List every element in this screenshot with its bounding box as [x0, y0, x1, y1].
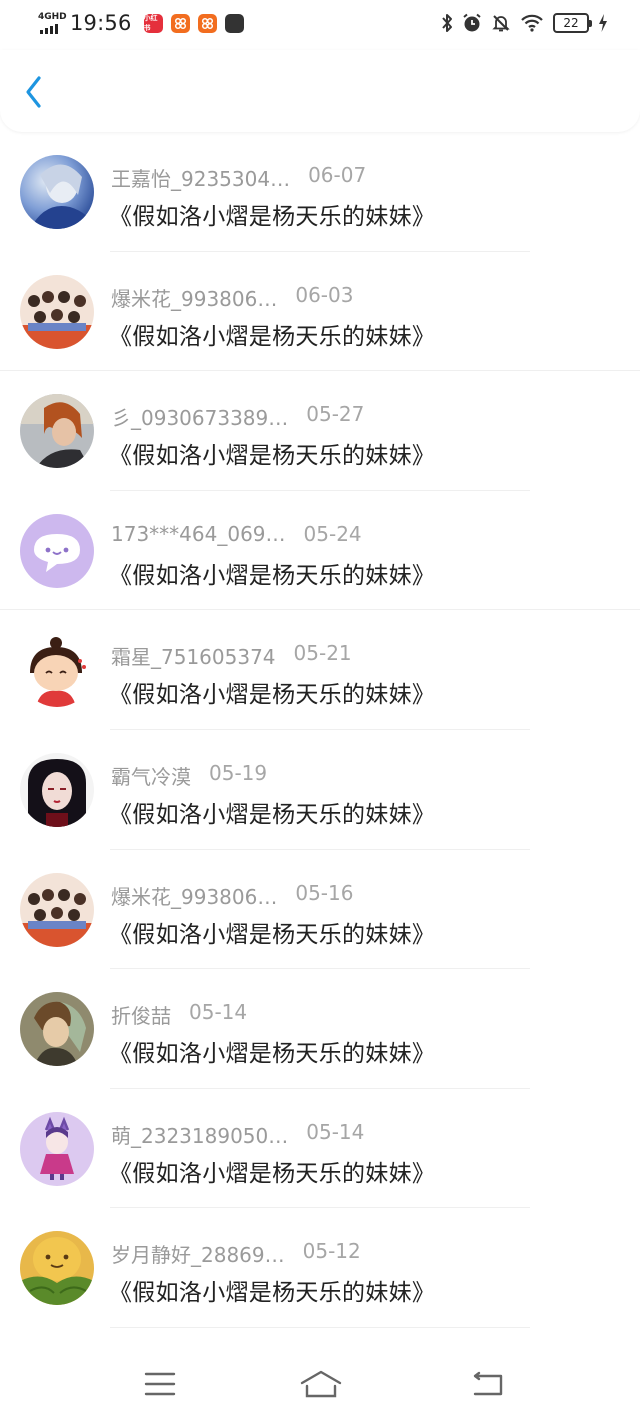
system-navigation-bar [0, 1348, 640, 1422]
list-item[interactable]: 彡_0930673389… 05-27 《假如洛小熠是杨天乐的妹妹》 [0, 371, 640, 491]
list-item[interactable]: 折俊喆 05-14 《假如洛小熠是杨天乐的妹妹》 [0, 969, 640, 1089]
message-list: 王嘉怡_9235304… 06-07 《假如洛小熠是杨天乐的妹妹》 爆米花_993… [0, 132, 640, 1328]
work-title: 《假如洛小熠是杨天乐的妹妹》 [109, 323, 436, 350]
app-notification-icon [197, 13, 217, 33]
app-notification-icon [224, 13, 244, 33]
post-date: 05-12 [302, 1239, 361, 1264]
user-name: 彡_0930673389… [111, 406, 289, 431]
post-date: 05-14 [306, 1119, 365, 1144]
bluetooth-icon [442, 14, 452, 32]
post-date: 05-24 [303, 521, 362, 546]
menu-icon [144, 1372, 176, 1396]
user-name: 爆米花_993806… [111, 286, 278, 311]
post-date: 05-27 [306, 402, 365, 427]
work-title: 《假如洛小熠是杨天乐的妹妹》 [109, 204, 436, 230]
work-title: 《假如洛小熠是杨天乐的妹妹》 [109, 562, 436, 589]
user-name: 霜星_751605374 [111, 645, 276, 670]
menu-button[interactable] [138, 1366, 182, 1402]
post-date: 05-21 [293, 641, 352, 666]
list-item[interactable]: 岁月静好_28869… 05-12 《假如洛小熠是杨天乐的妹妹》 [0, 1208, 640, 1328]
post-date: 06-07 [308, 163, 367, 187]
battery-level: 22 [563, 16, 579, 30]
work-title: 《假如洛小熠是杨天乐的妹妹》 [109, 682, 436, 709]
status-bar: 4GHD 19:56 小红书 22 [0, 0, 640, 50]
avatar [20, 992, 94, 1067]
avatar [20, 633, 94, 708]
post-date: 05-19 [209, 760, 268, 785]
avatar [20, 274, 94, 349]
avatar [20, 513, 94, 588]
cellular-signal-icon: 4GHD [36, 10, 67, 36]
app-notification-icon [170, 13, 190, 33]
back-icon [473, 1371, 503, 1396]
work-title: 《假如洛小熠是杨天乐的妹妹》 [109, 443, 436, 470]
battery-icon: 22 [553, 13, 592, 33]
work-title: 《假如洛小熠是杨天乐的妹妹》 [109, 1280, 436, 1307]
back-nav-button[interactable] [466, 1366, 510, 1402]
avatar [20, 155, 94, 229]
wifi-icon [521, 14, 543, 32]
work-title: 《假如洛小熠是杨天乐的妹妹》 [109, 1160, 436, 1187]
user-name: 折俊喆 [111, 1004, 171, 1029]
avatar [20, 1111, 94, 1186]
alarm-icon [463, 13, 481, 32]
work-title: 《假如洛小熠是杨天乐的妹妹》 [109, 1041, 436, 1068]
user-name: 王嘉怡_9235304… [111, 167, 291, 191]
avatar [20, 872, 94, 947]
mute-bell-icon [492, 15, 510, 32]
home-button[interactable] [297, 1366, 345, 1402]
divider [110, 1326, 530, 1328]
user-name: 173***464_069… [111, 521, 286, 546]
avatar [20, 394, 94, 469]
list-item[interactable]: 爆米花_993806… 05-16 《假如洛小熠是杨天乐的妹妹》 [0, 850, 640, 970]
user-name: 岁月静好_28869… [111, 1243, 285, 1268]
list-item[interactable]: 霜星_751605374 05-21 《假如洛小熠是杨天乐的妹妹》 [0, 610, 640, 730]
work-title: 《假如洛小熠是杨天乐的妹妹》 [109, 801, 436, 828]
post-date: 06-03 [295, 282, 354, 307]
chevron-left-icon [26, 76, 41, 108]
status-time: 19:56 [70, 11, 132, 35]
back-button[interactable] [16, 72, 52, 112]
user-name: 霸气冷漠 [111, 764, 191, 789]
top-app-bar [0, 50, 640, 132]
list-item[interactable]: 王嘉怡_9235304… 06-07 《假如洛小熠是杨天乐的妹妹》 [0, 132, 640, 252]
list-item[interactable]: 萌_2323189050… 05-14 《假如洛小熠是杨天乐的妹妹》 [0, 1089, 640, 1209]
avatar [20, 1231, 94, 1306]
network-type-label: 4GHD [38, 12, 67, 22]
list-item[interactable]: 霸气冷漠 05-19 《假如洛小熠是杨天乐的妹妹》 [0, 730, 640, 850]
user-name: 萌_2323189050… [111, 1123, 289, 1148]
post-date: 05-16 [295, 880, 354, 905]
avatar [20, 752, 94, 827]
list-item[interactable]: 173***464_069… 05-24 《假如洛小熠是杨天乐的妹妹》 [0, 491, 640, 611]
home-icon [300, 1370, 342, 1398]
list-item[interactable]: 爆米花_993806… 06-03 《假如洛小熠是杨天乐的妹妹》 [0, 252, 640, 372]
post-date: 05-14 [189, 1000, 248, 1025]
work-title: 《假如洛小熠是杨天乐的妹妹》 [109, 921, 436, 948]
user-name: 爆米花_993806… [111, 884, 278, 909]
xiaohongshu-notification-icon: 小红书 [143, 13, 163, 33]
charging-icon [599, 14, 607, 32]
